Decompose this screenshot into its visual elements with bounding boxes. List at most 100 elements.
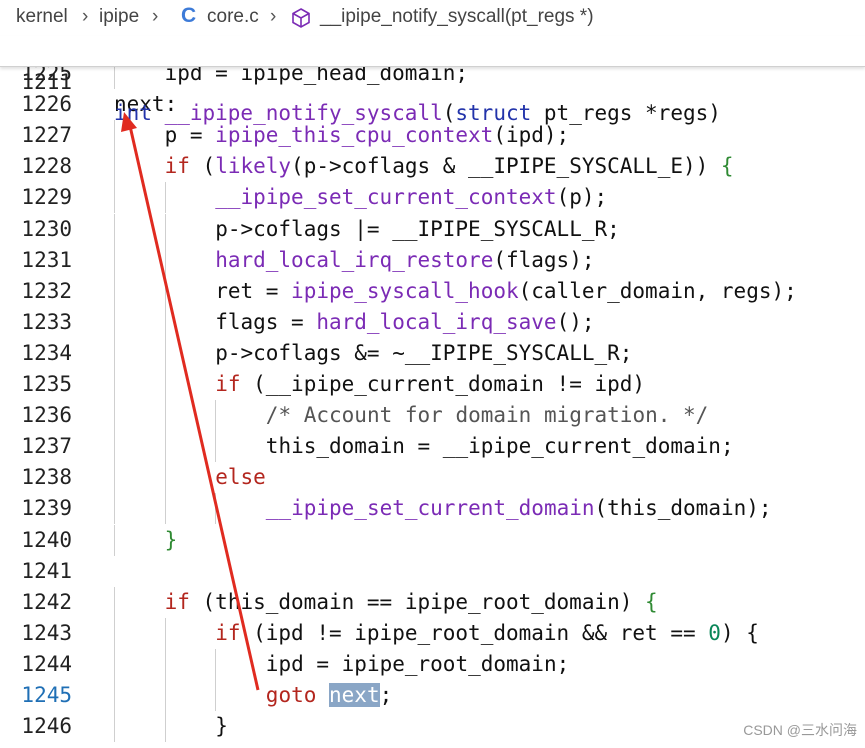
code-token: __ipipe_set_current_context — [215, 185, 557, 210]
indent-guide — [114, 586, 115, 618]
sticky-scroll-header[interactable]: 1211 int __ipipe_notify_syscall(struct p… — [0, 36, 865, 125]
code-token: (this_domain); — [594, 496, 772, 521]
code-token: __ipipe_set_current_domain — [265, 496, 595, 521]
indent-guide — [164, 680, 166, 712]
breadcrumb-item-function[interactable]: __ipipe_notify_syscall(pt_regs *) — [320, 6, 594, 28]
line-number: 1244 — [21, 651, 72, 676]
indent-guide — [164, 711, 166, 743]
line-number: 1232 — [21, 278, 72, 303]
line-number: 1240 — [21, 527, 72, 552]
code-token: (p->coflags & __IPIPE_SYSCALL_E)) — [291, 154, 721, 179]
code-token: if — [164, 154, 203, 179]
breadcrumb-item-kernel[interactable]: kernel — [16, 6, 68, 28]
line-number: 1236 — [21, 403, 72, 428]
code-text: if (__ipipe_current_domain != ipd) — [215, 369, 645, 400]
code-line[interactable]: 1246} — [0, 711, 865, 743]
code-line[interactable]: 1232 ret = ipipe_syscall_hook(caller_doma… — [0, 275, 865, 307]
code-token: p->coflags &= ~__IPIPE_SYSCALL_R; — [215, 340, 633, 365]
code-token: if — [215, 372, 254, 396]
watermark: CSDN @三水问海 — [743, 722, 857, 738]
code-text: else — [215, 462, 266, 493]
code-token: pt_regs *regs) — [543, 101, 721, 125]
code-token: } — [215, 714, 228, 739]
line-number: 1234 — [21, 340, 72, 365]
code-token: if — [164, 589, 203, 614]
line-number: 1242 — [21, 589, 72, 614]
line-number: 1229 — [21, 185, 72, 210]
code-line[interactable]: 1236 /* Account for domain migration. */ — [0, 400, 865, 432]
selected-token: next — [329, 683, 380, 707]
code-text: flags = hard_local_irq_save(); — [215, 307, 594, 338]
indent-guide — [114, 306, 115, 338]
code-text: if (this_domain == ipipe_root_domain) { — [165, 587, 658, 618]
code-line[interactable]: 1242 if (this_domain == ipipe_root_domain… — [0, 586, 865, 618]
indent-guide — [215, 680, 217, 712]
code-line[interactable]: 1239 __ipipe_set_current_domain(this_doma… — [0, 493, 865, 525]
indent-guide — [164, 244, 166, 276]
code-line[interactable]: 1243 if (ipd != ipipe_root_domain && ret … — [0, 617, 865, 649]
line-number: 1239 — [21, 496, 72, 521]
code-token: (caller_domain, regs); — [518, 278, 797, 303]
code-text: ipd = ipipe_root_domain; — [266, 649, 569, 680]
indent-guide — [215, 493, 217, 525]
c-file-icon: C — [181, 4, 197, 27]
code-token: this_domain = __ipipe_current_domain; — [265, 434, 734, 459]
code-line[interactable]: 1234 p->coflags &= ~__IPIPE_SYSCALL_R; — [0, 337, 865, 369]
code-token: int — [114, 101, 165, 125]
code-line[interactable]: 1238 else — [0, 462, 865, 494]
code-token: ( — [202, 154, 216, 179]
code-token: ) { — [720, 620, 759, 645]
indent-guide — [215, 400, 217, 432]
indent-guide — [114, 680, 115, 712]
sticky-line: 1211 int __ipipe_notify_syscall(struct p… — [0, 36, 865, 125]
code-text: int __ipipe_notify_syscall(struct pt_reg… — [114, 98, 721, 129]
code-line[interactable]: 1233 flags = hard_local_irq_save(); — [0, 306, 865, 338]
code-token: } — [164, 527, 178, 552]
code-text: p->coflags &= ~__IPIPE_SYSCALL_R; — [215, 338, 632, 369]
code-line[interactable]: 1231 hard_local_irq_restore(flags); — [0, 244, 865, 276]
code-text: /* Account for domain migration. */ — [266, 400, 709, 431]
indent-guide — [114, 493, 115, 525]
code-token: hard_local_irq_save — [316, 309, 557, 334]
code-token: /* Account for domain migration. */ — [265, 403, 709, 428]
code-line[interactable]: 1237 this_domain = __ipipe_current_domain… — [0, 431, 865, 463]
code-token: (p); — [556, 185, 608, 210]
code-token: 0 — [708, 620, 721, 645]
indent-guide — [164, 648, 166, 680]
code-token: ipd = ipipe_root_domain; — [265, 651, 570, 676]
indent-guide — [164, 275, 166, 307]
code-token: ret = — [215, 278, 292, 303]
code-token: (flags); — [493, 247, 595, 272]
indent-guide — [114, 337, 115, 369]
code-text: goto next; — [266, 680, 392, 711]
indent-guide — [114, 275, 115, 307]
code-line[interactable]: 1244 ipd = ipipe_root_domain; — [0, 648, 865, 680]
code-line[interactable]: 1235 if (__ipipe_current_domain != ipd) — [0, 369, 865, 401]
line-number: 1241 — [21, 558, 72, 583]
code-token: ; — [379, 683, 393, 707]
symbol-method-icon — [292, 8, 310, 28]
code-line[interactable]: 1230 p->coflags |= __IPIPE_SYSCALL_R; — [0, 213, 865, 245]
code-line[interactable]: 1240} — [0, 524, 865, 556]
indent-guide — [114, 431, 115, 463]
indent-guide — [164, 400, 166, 432]
breadcrumb-item-file[interactable]: core.c — [207, 6, 259, 28]
indent-guide — [114, 213, 115, 245]
code-line[interactable]: 1228 if (likely(p->coflags & __IPIPE_SYSC… — [0, 151, 865, 183]
chevron-right-icon: › — [152, 6, 159, 27]
code-line[interactable]: 1245 goto next; — [0, 680, 865, 712]
breadcrumb-item-ipipe[interactable]: ipipe — [99, 6, 139, 28]
code-text: if (likely(p->coflags & __IPIPE_SYSCALL_… — [165, 151, 734, 182]
code-token: if — [215, 620, 254, 645]
line-number: 1238 — [21, 465, 72, 490]
breadcrumb: kernel › ipipe › C core.c › __ipipe_noti… — [0, 0, 865, 36]
indent-guide — [164, 337, 166, 369]
code-line[interactable]: 1241 — [0, 556, 865, 587]
code-text: this_domain = __ipipe_current_domain; — [266, 431, 734, 462]
code-token: likely — [215, 154, 292, 179]
indent-guide — [164, 462, 166, 494]
code-text: } — [215, 711, 228, 742]
code-line[interactable]: 1229 __ipipe_set_current_context(p); — [0, 182, 865, 214]
chevron-right-icon: › — [270, 6, 277, 27]
code-token: ( — [442, 101, 456, 125]
